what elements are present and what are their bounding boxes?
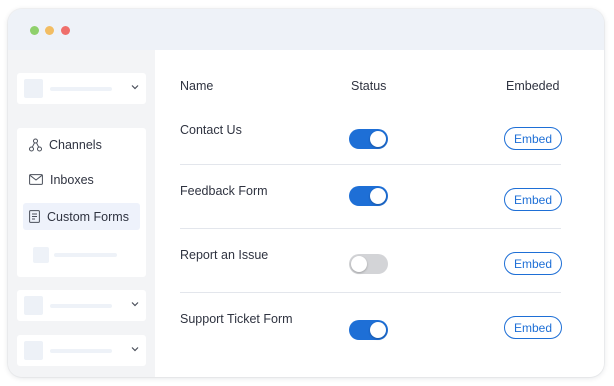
- placeholder-icon: [24, 341, 43, 360]
- sidebar-menu-card: Channels Inboxes Custom Forms: [17, 128, 146, 277]
- status-toggle[interactable]: [349, 129, 388, 149]
- embed-button[interactable]: Embed: [504, 127, 562, 150]
- embed-button[interactable]: Embed: [504, 252, 562, 275]
- channels-icon: [29, 138, 42, 151]
- placeholder-label: [50, 349, 112, 353]
- embed-button[interactable]: Embed: [504, 316, 562, 339]
- placeholder-label: [50, 304, 112, 308]
- sidebar-item-label: Channels: [49, 137, 102, 152]
- form-name: Support Ticket Form: [180, 312, 293, 326]
- window-close-button[interactable]: [61, 26, 70, 35]
- placeholder-label: [54, 253, 117, 257]
- sidebar-collapsed-section-1[interactable]: [17, 73, 146, 104]
- sidebar-item-custom-forms[interactable]: Custom Forms: [23, 203, 140, 230]
- mail-icon: [29, 174, 43, 185]
- window-minimize-button[interactable]: [45, 26, 54, 35]
- window-maximize-button[interactable]: [30, 26, 39, 35]
- sidebar-item-inboxes[interactable]: Inboxes: [23, 166, 140, 193]
- chevron-down-icon: [131, 347, 139, 352]
- title-bar: [8, 9, 604, 50]
- chevron-down-icon: [131, 85, 139, 90]
- toggle-knob: [370, 188, 386, 204]
- form-name: Report an Issue: [180, 248, 269, 262]
- row-divider: [180, 228, 561, 229]
- toggle-knob: [370, 322, 386, 338]
- column-header-embed: Embeded: [506, 79, 560, 93]
- app-window: Channels Inboxes Custom Forms Name Statu…: [8, 9, 604, 377]
- placeholder-icon: [24, 296, 43, 315]
- placeholder-icon: [33, 247, 49, 263]
- embed-button[interactable]: Embed: [504, 188, 562, 211]
- placeholder-icon: [24, 79, 43, 98]
- status-toggle[interactable]: [349, 254, 388, 274]
- sidebar: Channels Inboxes Custom Forms: [8, 50, 155, 377]
- chevron-down-icon: [131, 302, 139, 307]
- sidebar-collapsed-section-3[interactable]: [17, 335, 146, 366]
- form-name: Feedback Form: [180, 184, 268, 198]
- form-icon: [29, 210, 40, 223]
- sidebar-item-label: Inboxes: [50, 172, 94, 187]
- row-divider: [180, 292, 561, 293]
- sidebar-item-label: Custom Forms: [47, 209, 129, 224]
- column-header-name: Name: [180, 79, 214, 93]
- toggle-knob: [351, 256, 367, 272]
- column-header-status: Status: [351, 79, 387, 93]
- toggle-knob: [370, 131, 386, 147]
- status-toggle[interactable]: [349, 186, 388, 206]
- placeholder-label: [50, 87, 112, 91]
- forms-table: Name Status Embeded Contact Us Embed Fee…: [155, 50, 604, 377]
- form-name: Contact Us: [180, 123, 242, 137]
- sidebar-collapsed-section-2[interactable]: [17, 290, 146, 321]
- status-toggle[interactable]: [349, 320, 388, 340]
- row-divider: [180, 164, 561, 165]
- sidebar-item-channels[interactable]: Channels: [23, 131, 140, 158]
